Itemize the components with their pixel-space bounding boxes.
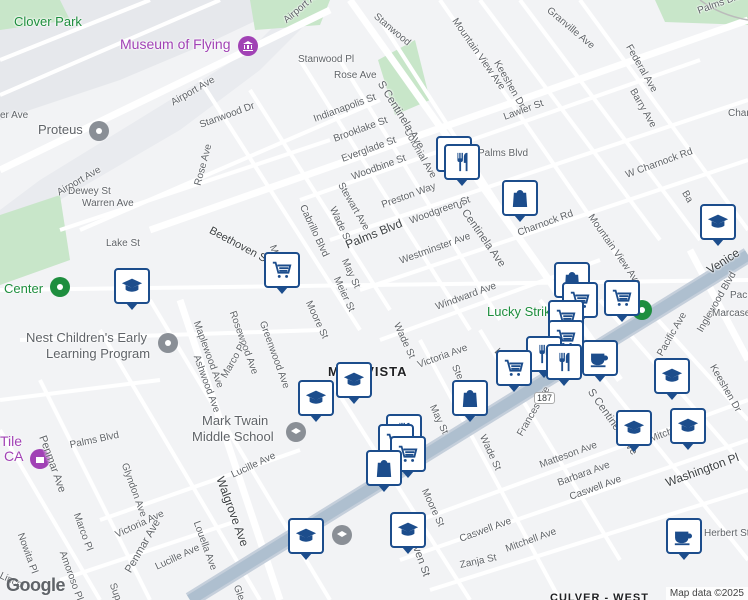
tile-label-line2: CA (4, 448, 24, 464)
street-label: er Ave (0, 110, 29, 121)
grocery-marker[interactable] (604, 280, 640, 322)
street-label: Pac (730, 290, 748, 301)
graduation-cap-icon (707, 214, 729, 228)
shopping-bag-icon (462, 390, 478, 407)
graduation-cap-icon (305, 390, 327, 404)
graduation-cap-icon (661, 368, 683, 382)
museum-icon[interactable] (238, 36, 258, 56)
restaurant-marker[interactable] (546, 344, 582, 386)
school-marker[interactable] (670, 408, 706, 450)
school-marker[interactable] (336, 362, 372, 404)
google-logo: Google (6, 575, 66, 595)
coffee-cup-icon (674, 531, 692, 546)
street-label: Marcasel (712, 308, 748, 319)
street-label: Lake St (106, 238, 140, 249)
school-poi-icon[interactable] (332, 525, 352, 545)
proteus-label: Proteus (38, 122, 83, 137)
coffee-cup-icon (590, 353, 608, 368)
graduation-cap-icon (343, 372, 365, 386)
graduation-cap-icon (121, 278, 143, 292)
school-marker[interactable] (654, 358, 690, 400)
cafe-marker[interactable] (666, 518, 702, 560)
street-label: Palms Blvd (478, 148, 529, 159)
shopping-cart-icon (504, 359, 524, 376)
tile-label-line1: Tile (0, 433, 23, 449)
school-marker[interactable] (114, 268, 150, 310)
school-poi-icon[interactable] (286, 422, 306, 442)
shopping-marker[interactable] (452, 380, 488, 422)
nest-label-line1: Nest Children's Early (26, 330, 147, 345)
graduation-cap-icon (397, 522, 419, 536)
graduation-cap-icon (677, 418, 699, 432)
mark-twain-label-line1: Mark Twain (202, 413, 269, 428)
shopping-marker[interactable] (366, 450, 402, 492)
fork-knife-icon (457, 152, 468, 172)
route-187-shield: 187 (534, 392, 556, 404)
mark-twain-label-line2: Middle School (192, 429, 274, 444)
map-attribution[interactable]: Map data ©2025 (665, 587, 748, 600)
school-marker[interactable] (390, 512, 426, 554)
graduation-cap-icon (295, 528, 317, 542)
street-label: Stanwood Pl (298, 54, 355, 65)
clover-park-label: Clover Park (14, 14, 82, 29)
shopping-bag-icon (376, 460, 392, 477)
street-label: Dewey St (68, 186, 111, 197)
school-marker[interactable] (288, 518, 324, 560)
cafe-marker[interactable] (582, 340, 618, 382)
shopping-bag-icon (512, 190, 528, 207)
grocery-marker[interactable] (496, 350, 532, 392)
school-marker[interactable] (700, 204, 736, 246)
street-label: Herbert St (704, 528, 748, 539)
fork-knife-icon (559, 352, 570, 372)
park-icon[interactable] (50, 277, 70, 297)
shopping-cart-icon (612, 289, 632, 306)
culver-west-label: CULVER - WEST (550, 592, 649, 600)
center-label: Center (4, 281, 44, 296)
school-poi-icon[interactable] (158, 333, 178, 353)
school-marker[interactable] (298, 380, 334, 422)
shopping-marker[interactable] (502, 180, 538, 222)
grocery-marker[interactable] (264, 252, 300, 294)
building-icon[interactable] (89, 121, 109, 141)
school-marker[interactable] (616, 410, 652, 452)
shopping-cart-icon (272, 261, 292, 278)
museum-of-flying-label: Museum of Flying (120, 36, 231, 52)
restaurant-marker[interactable] (444, 144, 480, 186)
graduation-cap-icon (623, 420, 645, 434)
map-canvas[interactable]: Clover Park Museum of Flying Proteus Cen… (0, 0, 748, 600)
street-label: Warren Ave (82, 198, 134, 209)
street-label: Rose Ave (334, 70, 377, 81)
street-label: Chan (728, 108, 748, 119)
nest-label-line2: Learning Program (46, 346, 151, 361)
